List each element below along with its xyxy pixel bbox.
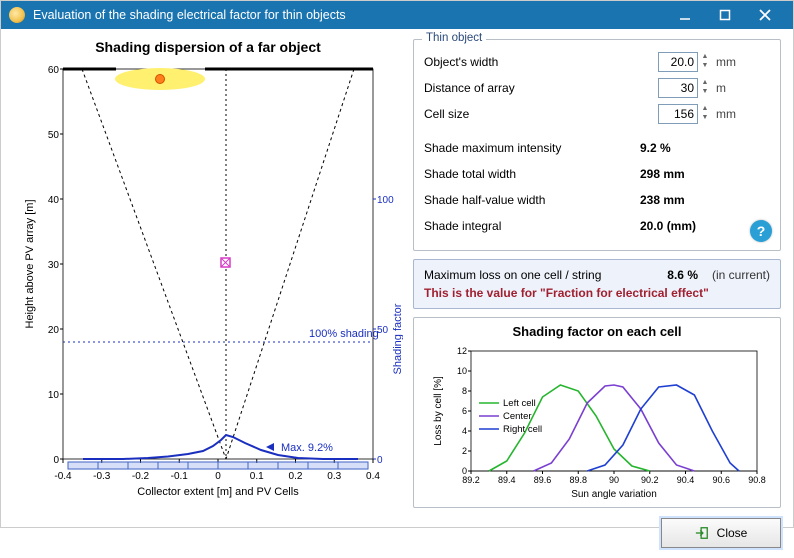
svg-text:0.2: 0.2 — [289, 471, 303, 482]
dispersion-chart: 0 10 20 30 40 50 60 0 50 100 — [13, 59, 403, 548]
close-button[interactable]: Close — [661, 518, 781, 548]
svg-text:0: 0 — [53, 455, 59, 466]
max-intensity-value: 9.2 % — [640, 141, 710, 155]
half-width-value: 238 mm — [640, 193, 710, 207]
svg-text:40: 40 — [48, 195, 60, 206]
svg-text:89.4: 89.4 — [498, 475, 516, 485]
distance-label: Distance of array — [424, 81, 658, 95]
left-y-axis-label: Height above PV array [m] — [24, 199, 36, 328]
close-button-label: Close — [717, 526, 748, 540]
cell-y-axis-label: Loss by cell [%] — [433, 376, 444, 446]
exit-icon — [695, 526, 709, 540]
summary-note: (in current) — [712, 268, 770, 282]
cell-chart-panel: Shading factor on each cell 0 2 4 6 8 — [413, 317, 781, 508]
cell-x-axis-label: Sun angle variation — [571, 489, 657, 500]
distance-unit: m — [710, 81, 770, 95]
svg-text:-0.4: -0.4 — [54, 471, 72, 482]
svg-text:90.2: 90.2 — [641, 475, 659, 485]
distance-input[interactable] — [658, 78, 698, 98]
distance-stepper[interactable]: ▲▼ — [658, 78, 710, 98]
object-width-stepper[interactable]: ▲▼ — [658, 52, 710, 72]
summary-value: 8.6 % — [667, 268, 698, 282]
curve-arrow-icon — [266, 443, 274, 451]
cellsize-unit: mm — [710, 107, 770, 121]
maximize-button[interactable] — [705, 1, 745, 29]
max-intensity-label: Shade maximum intensity — [424, 141, 640, 155]
help-icon[interactable]: ? — [750, 220, 772, 242]
svg-text:2: 2 — [462, 446, 467, 456]
svg-text:89.6: 89.6 — [534, 475, 552, 485]
svg-text:89.2: 89.2 — [462, 475, 480, 485]
svg-text:0: 0 — [215, 471, 221, 482]
minimize-button[interactable] — [665, 1, 705, 29]
svg-text:Left cell: Left cell — [503, 398, 536, 409]
svg-text:4: 4 — [462, 426, 467, 436]
annotation-max: Max. 9.2% — [281, 442, 333, 454]
annotation-100pct: 100% shading — [309, 328, 379, 340]
svg-text:0: 0 — [377, 455, 383, 466]
integral-value: 20.0 (mm) — [640, 219, 730, 233]
right-y-axis-label: Shading factor — [392, 303, 403, 374]
sun-marker — [156, 75, 165, 84]
chevron-up-icon[interactable]: ▲ — [700, 105, 710, 114]
svg-text:-0.1: -0.1 — [171, 471, 189, 482]
svg-text:-0.2: -0.2 — [132, 471, 150, 482]
object-width-input[interactable] — [658, 52, 698, 72]
svg-text:30: 30 — [48, 260, 60, 271]
thin-object-legend: Thin object — [422, 32, 486, 44]
cell-chart-title: Shading factor on each cell — [418, 324, 776, 339]
app-icon — [9, 7, 25, 23]
app-window: Evaluation of the shading electrical fac… — [0, 0, 794, 528]
svg-text:90.6: 90.6 — [712, 475, 730, 485]
svg-text:90: 90 — [609, 475, 619, 485]
cellsize-label: Cell size — [424, 107, 658, 121]
svg-text:100: 100 — [377, 195, 394, 206]
svg-text:8: 8 — [462, 386, 467, 396]
object-width-label: Object's width — [424, 55, 658, 69]
cell-chart: 0 2 4 6 8 10 12 89.2 89.4 89.6 89.8 — [418, 343, 776, 503]
title-bar: Evaluation of the shading electrical fac… — [1, 1, 793, 29]
summary-subtext: This is the value for "Fraction for elec… — [424, 286, 770, 300]
chevron-up-icon[interactable]: ▲ — [700, 53, 710, 62]
svg-text:90.4: 90.4 — [677, 475, 695, 485]
svg-text:0.1: 0.1 — [250, 471, 264, 482]
chevron-down-icon[interactable]: ▼ — [700, 88, 710, 97]
svg-text:-0.3: -0.3 — [93, 471, 111, 482]
x-axis-label: Collector extent [m] and PV Cells — [137, 486, 299, 498]
thin-object-group: Thin object Object's width ▲▼ mm Distanc… — [413, 39, 781, 251]
svg-text:60: 60 — [48, 65, 60, 76]
object-width-unit: mm — [710, 55, 770, 69]
summary-box: Maximum loss on one cell / string 8.6 % … — [413, 259, 781, 309]
svg-text:89.8: 89.8 — [569, 475, 587, 485]
svg-text:10: 10 — [457, 366, 467, 376]
svg-text:0.3: 0.3 — [327, 471, 341, 482]
dispersion-chart-title: Shading dispersion of a far object — [13, 39, 403, 55]
svg-text:90.8: 90.8 — [748, 475, 766, 485]
chevron-up-icon[interactable]: ▲ — [700, 79, 710, 88]
svg-text:20: 20 — [48, 325, 60, 336]
svg-text:6: 6 — [462, 406, 467, 416]
cellsize-stepper[interactable]: ▲▼ — [658, 104, 710, 124]
summary-label: Maximum loss on one cell / string — [424, 268, 667, 282]
pv-cells-bar — [68, 462, 368, 469]
integral-label: Shade integral — [424, 219, 640, 233]
svg-text:0.4: 0.4 — [366, 471, 380, 482]
svg-text:10: 10 — [48, 390, 60, 401]
chevron-down-icon[interactable]: ▼ — [700, 114, 710, 123]
half-width-label: Shade half-value width — [424, 193, 640, 207]
svg-text:12: 12 — [457, 346, 467, 356]
chevron-down-icon[interactable]: ▼ — [700, 62, 710, 71]
svg-text:Right cell: Right cell — [503, 424, 542, 435]
total-width-value: 298 mm — [640, 167, 710, 181]
close-window-button[interactable] — [745, 1, 785, 29]
svg-text:Center: Center — [503, 411, 532, 422]
window-title: Evaluation of the shading electrical fac… — [33, 8, 665, 22]
total-width-label: Shade total width — [424, 167, 640, 181]
svg-text:50: 50 — [48, 130, 60, 141]
cellsize-input[interactable] — [658, 104, 698, 124]
